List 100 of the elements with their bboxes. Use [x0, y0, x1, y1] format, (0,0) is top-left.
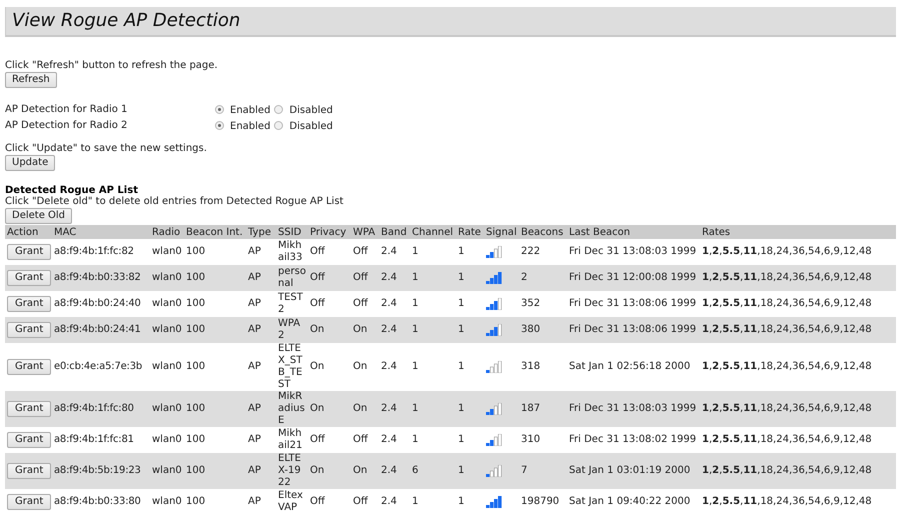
table-cell: AP [248, 403, 261, 414]
grant-button[interactable]: Grant [7, 244, 52, 260]
table-cell: 1,2,5.5,11,18,24,36,54,6,9,12,48 [702, 361, 872, 372]
table-cell: a8:f9:4b:b0:24:40 [54, 298, 141, 309]
signal-icon [486, 246, 502, 258]
table-cell: wlan0 [152, 496, 182, 507]
table-cell: wlan0 [152, 246, 182, 257]
table-cell: On [310, 403, 324, 414]
table-cell: AP [248, 324, 261, 335]
column-header: Beacons [519, 225, 567, 239]
radio-button[interactable] [215, 104, 224, 114]
column-header: WPA [351, 225, 379, 239]
table-cell: 1 [412, 434, 418, 445]
radio-label: Enabled [230, 105, 270, 116]
table-cell: AP [248, 465, 261, 476]
table-cell: wlan0 [152, 324, 182, 335]
table-cell: Sat Jan 1 09:40:22 2000 [569, 496, 690, 507]
table-cell: a8:f9:4b:b0:33:82 [54, 272, 141, 283]
table-cell: MikRadiusE [278, 391, 305, 426]
table-cell: 7 [521, 465, 528, 476]
table-cell: 1 [458, 361, 464, 372]
grant-button[interactable]: Grant [7, 432, 52, 448]
table-cell: 1,2,5.5,11,18,24,36,54,6,9,12,48 [702, 465, 872, 476]
table-cell: a8:f9:4b:b0:33:80 [54, 496, 141, 507]
table-cell: Mikhail21 [278, 428, 302, 451]
table-cell: 1,2,5.5,11,18,24,36,54,6,9,12,48 [702, 272, 872, 283]
table-cell: a8:f9:4b:b0:24:41 [54, 324, 141, 335]
grant-button[interactable]: Grant [7, 322, 52, 338]
delete-hint: Click "Delete old" to delete old entries from Detected Rogue AP List [5, 196, 344, 208]
refresh-button[interactable]: Refresh [5, 72, 57, 88]
table-cell: personal [278, 266, 306, 289]
table-cell: 1 [412, 361, 418, 372]
table-cell: 1,2,5.5,11,18,24,36,54,6,9,12,48 [702, 246, 872, 257]
table-cell: a8:f9:4b:5b:19:23 [54, 465, 141, 476]
table-cell: 198790 [521, 496, 560, 507]
table-cell: 2.4 [381, 434, 397, 445]
table-cell: 1 [458, 298, 464, 309]
table-cell: Sat Jan 1 03:01:19 2000 [569, 465, 690, 476]
table-cell: 1,2,5.5,11,18,24,36,54,6,9,12,48 [702, 403, 872, 414]
table-cell: 2.4 [381, 496, 397, 507]
table-cell: AP [248, 246, 261, 257]
radio-button[interactable] [274, 120, 284, 130]
table-cell: 187 [521, 403, 540, 414]
table-cell: Off [310, 272, 325, 283]
table-cell: Fri Dec 31 13:08:03 1999 [569, 403, 696, 414]
table-cell: 2.4 [381, 324, 397, 335]
table-cell: 100 [186, 465, 206, 476]
table-cell: Off [353, 298, 368, 309]
section-title: Detected Rogue AP List [5, 185, 139, 196]
signal-icon [486, 298, 502, 310]
table-cell: 2.4 [381, 403, 397, 414]
table-cell: Off [310, 434, 325, 445]
table-cell: 6 [412, 465, 418, 476]
table-cell: 100 [186, 361, 206, 372]
signal-icon [486, 272, 502, 284]
delete-old-button[interactable]: Delete Old [5, 208, 72, 224]
table-cell: AP [248, 361, 261, 372]
column-header: SSID [276, 225, 308, 239]
update-hint: Click "Update" to save the new settings. [5, 143, 208, 155]
radio-label: Disabled [289, 121, 333, 132]
table-cell: AP [248, 298, 261, 309]
table-cell: AP [248, 496, 261, 507]
table-cell: WPA2 [278, 318, 300, 341]
table-cell: 1 [412, 272, 418, 283]
table-cell: 1 [458, 272, 464, 283]
signal-icon [486, 465, 502, 477]
grant-button[interactable]: Grant [7, 494, 52, 510]
update-button[interactable]: Update [5, 155, 56, 171]
column-header: Type [246, 225, 276, 239]
radio-label: Disabled [289, 105, 333, 116]
grant-button[interactable]: Grant [7, 359, 52, 375]
page-title: View Rogue AP Detection [5, 7, 896, 37]
table-cell: wlan0 [152, 298, 182, 309]
column-header: Band [379, 225, 410, 239]
grant-button[interactable]: Grant [7, 270, 52, 286]
column-header: Last Beacon [567, 225, 700, 239]
table-cell: AP [248, 434, 261, 445]
table-cell: 100 [186, 434, 206, 445]
table-cell: wlan0 [152, 403, 182, 414]
table-cell: Off [353, 246, 368, 257]
table-cell: 1 [458, 324, 464, 335]
table-cell: 100 [186, 403, 206, 414]
table-cell: 1 [458, 465, 464, 476]
table-cell: On [353, 361, 368, 372]
table-cell: 1 [458, 403, 464, 414]
table-cell: 380 [521, 324, 540, 335]
table-cell: 2.4 [381, 298, 397, 309]
table-cell: 1,2,5.5,11,18,24,36,54,6,9,12,48 [702, 324, 872, 335]
table-cell: On [353, 403, 368, 414]
grant-button[interactable]: Grant [7, 463, 52, 479]
table-cell: a8:f9:4b:1f:fc:82 [54, 246, 134, 257]
table-cell: TEST2 [278, 292, 303, 315]
table-cell: Sat Jan 1 02:56:18 2000 [569, 361, 690, 372]
radio-button[interactable] [215, 120, 224, 130]
table-cell: On [310, 465, 324, 476]
radio-label: Enabled [230, 121, 270, 132]
grant-button[interactable]: Grant [7, 296, 52, 312]
grant-button[interactable]: Grant [7, 401, 52, 417]
table-cell: Off [353, 496, 368, 507]
radio-button[interactable] [274, 104, 284, 114]
